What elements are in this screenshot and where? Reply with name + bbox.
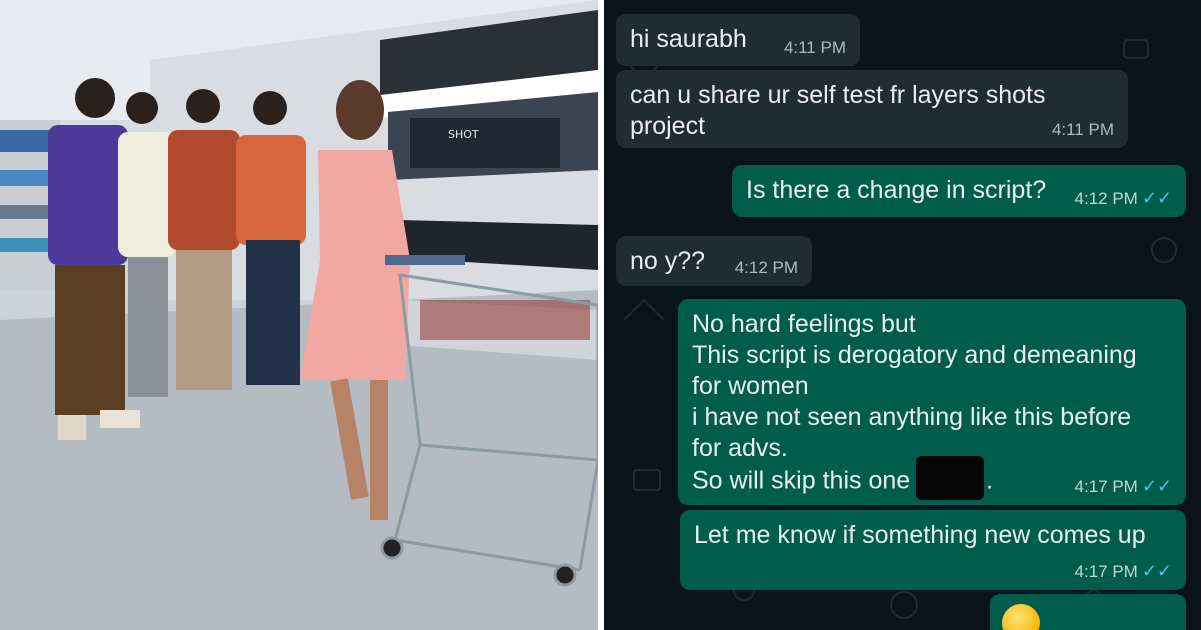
message-time-status: 4:17 PM ✓✓ — [1075, 476, 1172, 497]
message-time: 4:17 PM — [1074, 562, 1138, 581]
chat-screenshot: hi saurabh 4:11 PM can u share ur self t… — [604, 0, 1201, 630]
read-receipt-icon: ✓✓ — [1141, 476, 1172, 496]
redaction-block — [916, 456, 985, 500]
message-text: No hard feelings but This script is dero… — [692, 310, 1137, 462]
incoming-message[interactable]: no y?? 4:12 PM — [616, 236, 812, 286]
incoming-message[interactable]: can u share ur self test fr layers shots… — [616, 70, 1128, 148]
message-time: 4:11 PM — [783, 38, 846, 57]
message-time: 4:12 PM — [1074, 189, 1138, 208]
read-receipt-icon: ✓✓ — [1141, 188, 1172, 208]
message-time: 4:12 PM — [734, 258, 798, 277]
message-text-tail-end: . — [986, 466, 994, 495]
store-scene-photo: SHOT — [0, 0, 598, 630]
message-text: can u share ur self test fr layers shots… — [630, 81, 1046, 140]
message-time: 4:17 PM — [1074, 477, 1138, 496]
message-time-status: 4:12 PM ✓✓ — [1075, 188, 1172, 209]
outgoing-message[interactable]: Is there a change in script? 4:12 PM ✓✓ — [732, 165, 1186, 217]
store-scene-illustration: SHOT — [0, 0, 598, 630]
shelf-sign: SHOT — [448, 128, 479, 141]
message-time: 4:11 PM — [1051, 120, 1114, 139]
message-text-tail-words: So will skip this one — [692, 466, 911, 495]
read-receipt-icon: ✓✓ — [1141, 561, 1172, 581]
message-text: Let me know if something new comes up — [694, 521, 1146, 549]
outgoing-message[interactable]: No hard feelings but This script is dero… — [678, 299, 1186, 505]
message-time-status: 4:17 PM ✓✓ — [1075, 561, 1172, 582]
outgoing-message[interactable]: Let me know if something new comes up 4:… — [680, 510, 1186, 590]
incoming-message[interactable]: hi saurabh 4:11 PM — [616, 14, 860, 66]
